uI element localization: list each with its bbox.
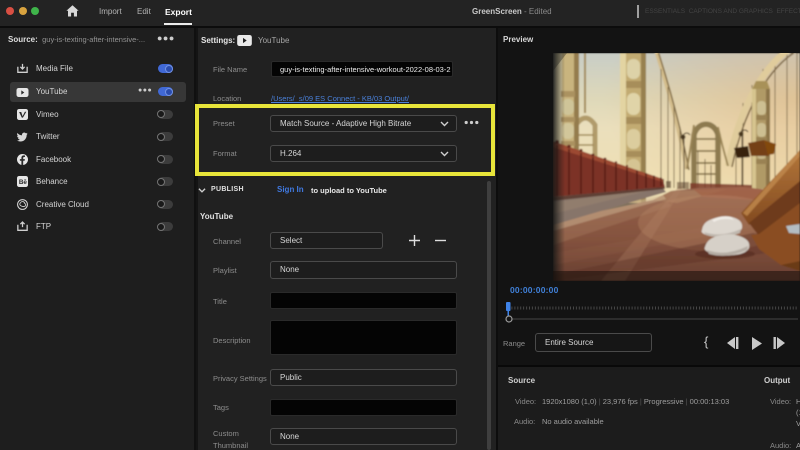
svg-text:Bē: Bē xyxy=(19,179,28,186)
